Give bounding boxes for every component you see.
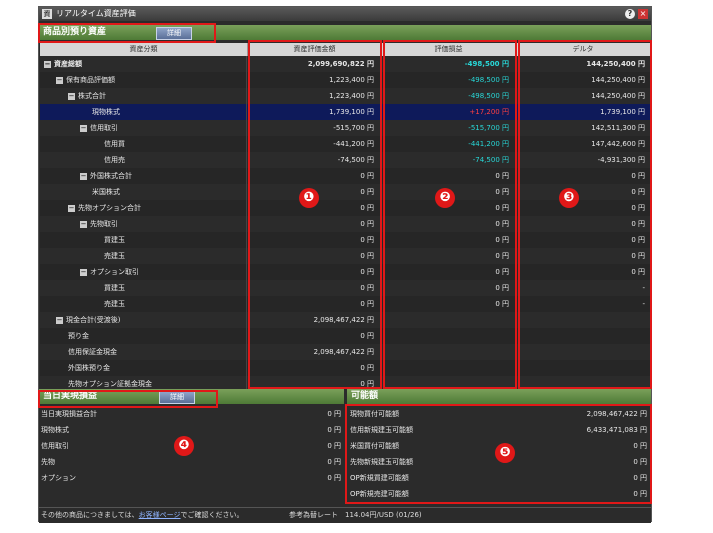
row-category-label: 保有商品評価額 <box>66 76 115 84</box>
realized-item-value: 0 円 <box>327 458 341 466</box>
row-category: − 保有商品評価額 <box>40 72 247 88</box>
exchange-rate: 参考為替レート 114.04円/USD (01/26) <box>289 511 422 519</box>
row-category-label: 現金合計(受渡後) <box>66 316 121 324</box>
row-category: − 資産総額 <box>40 56 247 72</box>
annotation-box-realized-header <box>38 390 218 408</box>
row-category-label: 買建玉 <box>104 236 125 244</box>
footer-note: その他の商品につきましては、お客様ページでご確認ください。 <box>41 508 244 523</box>
footer-text-after: でご確認ください。 <box>180 511 244 519</box>
realized-item-label: オプション <box>41 474 76 482</box>
row-category-label: 米国株式 <box>92 188 120 196</box>
row-category: − 現金合計(受渡後) <box>40 312 247 328</box>
collapse-toggle-icon[interactable]: − <box>44 60 51 68</box>
row-category-label: 先物取引 <box>90 220 118 228</box>
close-icon[interactable]: × <box>638 9 648 19</box>
row-category-label: 現物株式 <box>92 108 120 116</box>
help-icon[interactable]: ? <box>625 9 635 19</box>
footer-text-before: その他の商品につきましては、 <box>41 511 139 519</box>
collapse-toggle-icon[interactable]: − <box>56 76 63 84</box>
row-category: − オプション取引 <box>40 264 247 280</box>
row-category-label: オプション取引 <box>90 268 139 276</box>
row-category: 信用保証金現金 <box>40 344 247 360</box>
collapse-toggle-icon[interactable]: − <box>56 316 63 324</box>
title-bar[interactable]: 資 リアルタイム資産評価 ? × <box>39 7 651 21</box>
row-category: 買建玉 <box>40 232 247 248</box>
row-category-label: 信用取引 <box>90 124 118 132</box>
row-category-label: 先物オプション証拠金現金 <box>68 380 152 388</box>
row-category: − 信用取引 <box>40 120 247 136</box>
annotation-box-valuation <box>248 40 382 389</box>
realized-item-label: 現物株式 <box>41 426 69 434</box>
row-category-label: 信用保証金現金 <box>68 348 117 356</box>
annotation-box-delta <box>518 40 652 389</box>
annotation-box-section <box>38 23 216 43</box>
annotation-number-3: ❸ <box>559 188 579 208</box>
collapse-toggle-icon[interactable]: − <box>68 204 75 212</box>
row-category: 買建玉 <box>40 280 247 296</box>
row-category-label: 外国株預り金 <box>68 364 110 372</box>
row-category-label: 信用売 <box>104 156 125 164</box>
row-category-label: 信用買 <box>104 140 125 148</box>
app-icon: 資 <box>42 9 52 19</box>
row-category: 信用売 <box>40 152 247 168</box>
footer-bar: その他の商品につきましては、お客様ページでご確認ください。 参考為替レート 11… <box>39 507 651 523</box>
row-category: 売建玉 <box>40 248 247 264</box>
realized-item-label: 先物 <box>41 458 55 466</box>
row-category-label: 先物オプション合計 <box>78 204 141 212</box>
realized-item-value: 0 円 <box>327 442 341 450</box>
row-category: 売建玉 <box>40 296 247 312</box>
realized-item-value: 0 円 <box>327 426 341 434</box>
col-header-category[interactable]: 資産分類 <box>40 43 248 56</box>
row-category: − 外国株式合計 <box>40 168 247 184</box>
row-category-label: 資産総額 <box>54 60 82 68</box>
annotation-box-pnl <box>383 40 517 389</box>
collapse-toggle-icon[interactable]: − <box>80 268 87 276</box>
row-category-label: 売建玉 <box>104 300 125 308</box>
realized-item-label: 当日実現損益合計 <box>41 410 97 418</box>
capacity-section-title: 可能額 <box>351 391 379 401</box>
row-category: 預り金 <box>40 328 247 344</box>
row-category-label: 外国株式合計 <box>90 172 132 180</box>
row-category-label: 株式合計 <box>78 92 106 100</box>
row-category: 米国株式 <box>40 184 247 200</box>
row-category: 現物株式 <box>40 104 247 120</box>
annotation-number-5: ❺ <box>495 443 515 463</box>
row-category: − 株式合計 <box>40 88 247 104</box>
row-category-label: 買建玉 <box>104 284 125 292</box>
window-title: リアルタイム資産評価 <box>56 9 136 18</box>
capacity-section-header: 可能額 <box>347 389 651 404</box>
annotation-number-2: ❷ <box>435 188 455 208</box>
realized-item-label: 信用取引 <box>41 442 69 450</box>
annotation-number-1: ❶ <box>299 188 319 208</box>
collapse-toggle-icon[interactable]: − <box>80 220 87 228</box>
collapse-toggle-icon[interactable]: − <box>80 124 87 132</box>
row-category: − 先物オプション合計 <box>40 200 247 216</box>
row-category-label: 預り金 <box>68 332 89 340</box>
row-category: 外国株預り金 <box>40 360 247 376</box>
customer-page-link[interactable]: お客様ページ <box>139 511 181 519</box>
row-category-label: 売建玉 <box>104 252 125 260</box>
collapse-toggle-icon[interactable]: − <box>80 172 87 180</box>
realized-item-value: 0 円 <box>327 474 341 482</box>
annotation-number-4: ❹ <box>174 436 194 456</box>
realized-item-value: 0 円 <box>327 410 341 418</box>
row-category: − 先物取引 <box>40 216 247 232</box>
row-category: 信用買 <box>40 136 247 152</box>
collapse-toggle-icon[interactable]: − <box>68 92 75 100</box>
